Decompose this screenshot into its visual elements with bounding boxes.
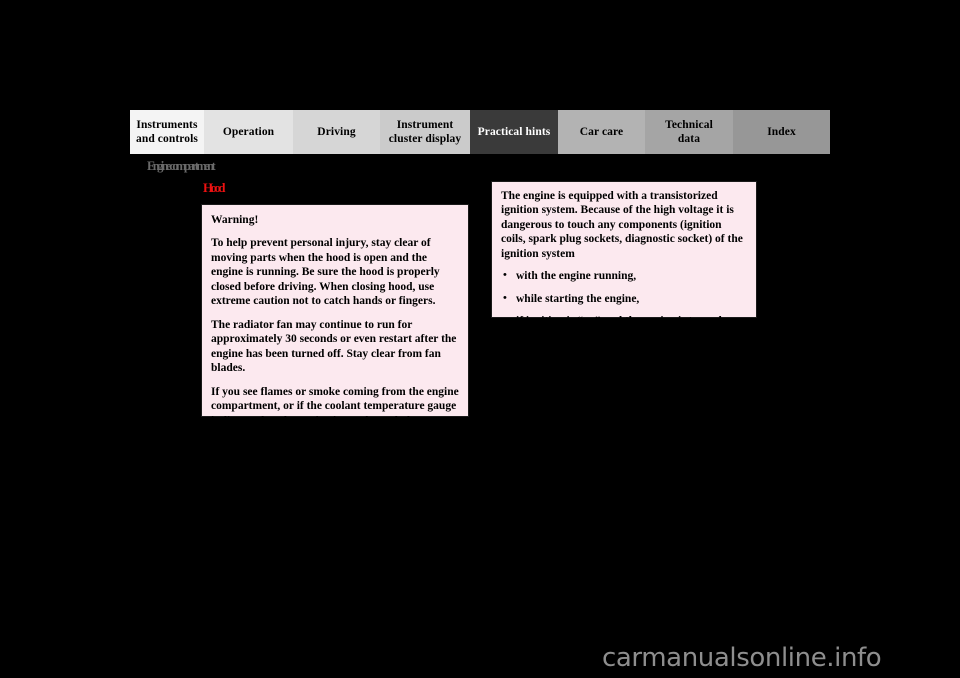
- tab-label: Instruments and controls: [135, 118, 198, 145]
- tab-label: Car care: [579, 125, 624, 138]
- tab-technical-data[interactable]: Technical data: [645, 110, 733, 154]
- ignition-bullet-item: with the engine running,: [501, 269, 747, 283]
- tab-car-care[interactable]: Car care: [558, 110, 645, 154]
- tab-practical-hints[interactable]: Practical hints: [470, 110, 558, 154]
- ignition-bullet-item: while starting the engine,: [501, 292, 747, 306]
- tab-driving[interactable]: Driving: [293, 110, 380, 154]
- tab-label: Instrument cluster display: [388, 118, 462, 145]
- tab-label: Operation: [222, 125, 275, 138]
- tab-index[interactable]: Index: [733, 110, 830, 154]
- warning-paragraph-1: To help prevent personal injury, stay cl…: [211, 237, 440, 308]
- tab-label: Driving: [317, 125, 356, 138]
- section-title: Hood: [203, 180, 226, 195]
- warning-paragraph-3: If you see flames or smoke coming from t…: [211, 385, 459, 471]
- warning-callout-box: Warning! To help prevent personal injury…: [201, 204, 469, 470]
- warning-paragraph-2: The radiator fan may continue to run for…: [211, 318, 457, 375]
- tab-label: Index: [767, 125, 796, 138]
- tab-label: Practical hints: [477, 125, 551, 138]
- ignition-intro-text: The engine is equipped with a transistor…: [501, 190, 743, 260]
- chapter-tab-bar: Instruments and controls Operation Driving…: [130, 110, 830, 154]
- tab-instrument-cluster-display[interactable]: Instrument cluster display: [380, 110, 470, 154]
- tab-operation[interactable]: Operation: [204, 110, 293, 154]
- tab-label: Technical data: [665, 118, 713, 145]
- warning-heading: Warning!: [211, 214, 259, 226]
- ignition-system-callout-box: The engine is equipped with a transistor…: [491, 181, 757, 342]
- ignition-bullet-item: if ignition is “on” and the engine is tu…: [501, 314, 747, 343]
- ignition-bullet-list: with the engine running, while starting t…: [501, 269, 747, 343]
- site-watermark: carmanualsonline.info: [602, 643, 882, 673]
- tab-instruments-and-controls[interactable]: Instruments and controls: [130, 110, 204, 154]
- page-title: Engine compartment: [147, 159, 216, 173]
